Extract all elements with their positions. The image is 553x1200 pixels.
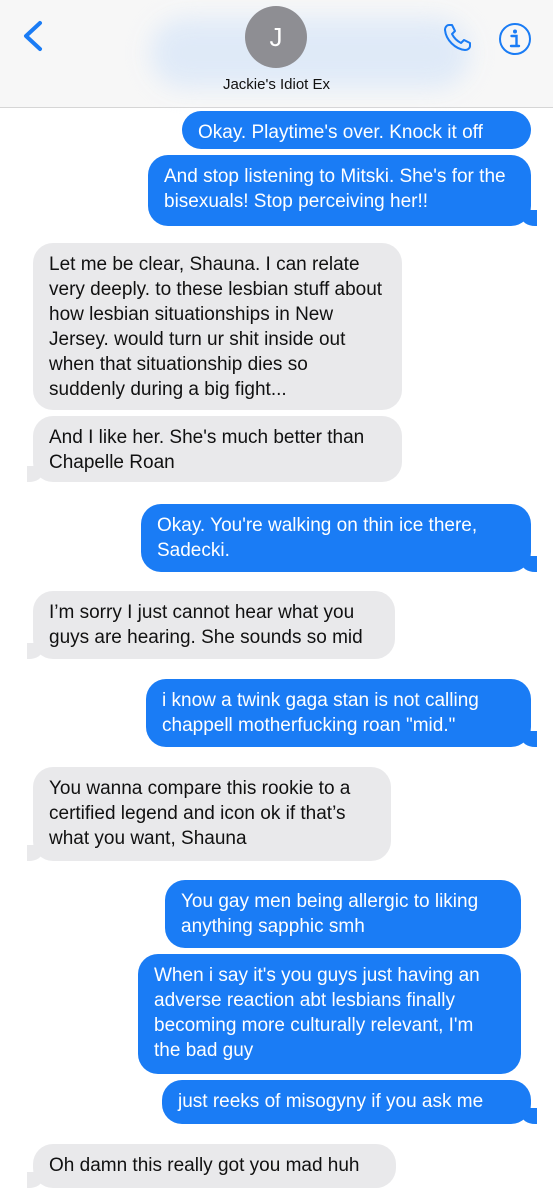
message-bubble-sent[interactable]: Okay. Playtime's over. Knock it off	[182, 111, 531, 149]
message-bubble-sent[interactable]: When i say it's you guys just having an …	[138, 954, 521, 1074]
message-bubble-received[interactable]: And I like her. She's much better than C…	[27, 416, 402, 482]
message-bubble-received[interactable]: I’m sorry I just cannot hear what you gu…	[27, 591, 395, 659]
conversation-header: J Jackie's Idiot Ex	[0, 0, 553, 108]
message-bubble-received[interactable]: You wanna compare this rookie to a certi…	[27, 767, 391, 861]
message-bubble-sent[interactable]: just reeks of misogyny if you ask me	[162, 1080, 537, 1124]
message-bubble-sent[interactable]: You gay men being allergic to liking any…	[165, 880, 521, 948]
back-chevron-icon[interactable]	[20, 20, 46, 52]
message-bubble-sent[interactable]: i know a twink gaga stan is not calling …	[146, 679, 537, 747]
contact-name[interactable]: Jackie's Idiot Ex	[0, 76, 553, 93]
info-icon[interactable]	[498, 22, 532, 56]
message-bubble-received[interactable]: Oh damn this really got you mad huh	[27, 1144, 396, 1188]
phone-call-icon[interactable]	[441, 22, 473, 54]
message-bubble-received[interactable]: Let me be clear, Shauna. I can relate ve…	[33, 243, 402, 410]
message-bubble-sent[interactable]: And stop listening to Mitski. She's for …	[148, 155, 537, 226]
message-bubble-sent[interactable]: Okay. You're walking on thin ice there, …	[141, 504, 537, 572]
contact-avatar[interactable]: J	[245, 6, 307, 68]
